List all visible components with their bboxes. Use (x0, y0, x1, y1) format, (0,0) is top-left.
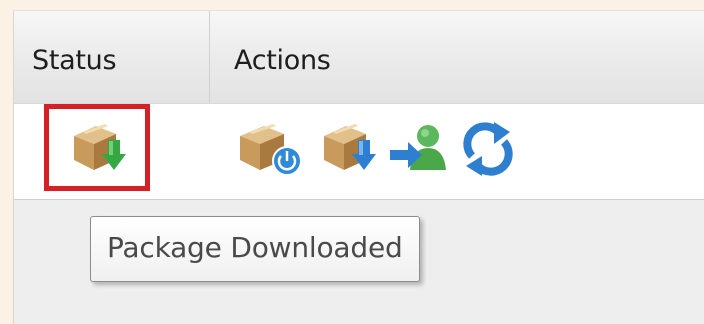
column-divider[interactable] (209, 11, 210, 103)
package-downloaded-icon[interactable] (70, 118, 132, 176)
table-row[interactable] (14, 104, 704, 200)
column-header-status[interactable]: Status (32, 45, 117, 77)
refresh-icon[interactable] (458, 120, 518, 176)
package-download-icon[interactable] (320, 118, 382, 176)
package-install-icon[interactable] (236, 118, 306, 178)
assign-user-icon[interactable] (386, 120, 450, 176)
status-tooltip: Package Downloaded (90, 216, 420, 282)
grid-header: Status Actions (14, 11, 704, 104)
column-header-actions[interactable]: Actions (234, 45, 331, 77)
